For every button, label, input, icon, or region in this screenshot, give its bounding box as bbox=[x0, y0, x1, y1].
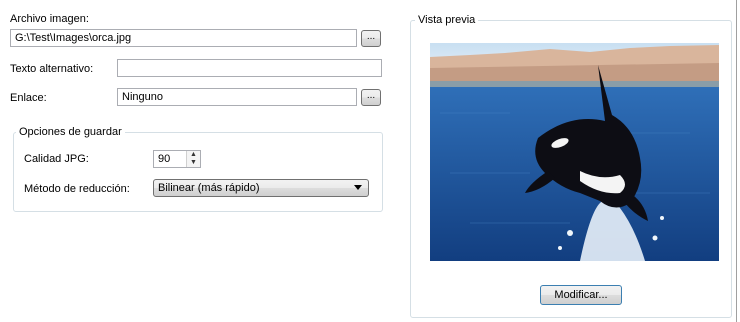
reduction-method-label: Método de reducción: bbox=[24, 183, 130, 195]
chevron-down-icon bbox=[354, 185, 362, 190]
preview-image bbox=[430, 43, 719, 261]
alt-text-label: Texto alternativo: bbox=[10, 63, 94, 75]
image-file-label: Archivo imagen: bbox=[10, 13, 89, 25]
panel-border bbox=[736, 0, 737, 322]
image-file-input[interactable]: G:\Test\Images\orca.jpg bbox=[10, 29, 357, 47]
link-browse-button[interactable]: ... bbox=[361, 89, 381, 106]
preview-title: Vista previa bbox=[415, 13, 479, 27]
reduction-method-select[interactable]: Bilinear (más rápido) bbox=[153, 179, 369, 197]
image-file-browse-button[interactable]: ... bbox=[361, 30, 381, 47]
spin-up-icon[interactable]: ▲ bbox=[187, 151, 200, 159]
spin-buttons[interactable]: ▲ ▼ bbox=[186, 151, 200, 167]
image-properties-panel: Archivo imagen: G:\Test\Images\orca.jpg … bbox=[0, 0, 740, 322]
modify-button[interactable]: Modificar... bbox=[540, 285, 622, 305]
save-options-title: Opciones de guardar bbox=[16, 125, 125, 139]
spin-down-icon[interactable]: ▼ bbox=[187, 159, 200, 167]
link-input[interactable]: Ninguno bbox=[117, 88, 357, 106]
alt-text-input[interactable] bbox=[117, 59, 382, 77]
jpg-quality-spinner[interactable]: 90 ▲ ▼ bbox=[153, 150, 201, 168]
jpg-quality-label: Calidad JPG: bbox=[24, 153, 89, 165]
save-options-group bbox=[13, 132, 383, 212]
reduction-method-value: Bilinear (más rápido) bbox=[158, 182, 260, 194]
jpg-quality-value: 90 bbox=[158, 153, 171, 165]
link-label: Enlace: bbox=[10, 92, 47, 104]
